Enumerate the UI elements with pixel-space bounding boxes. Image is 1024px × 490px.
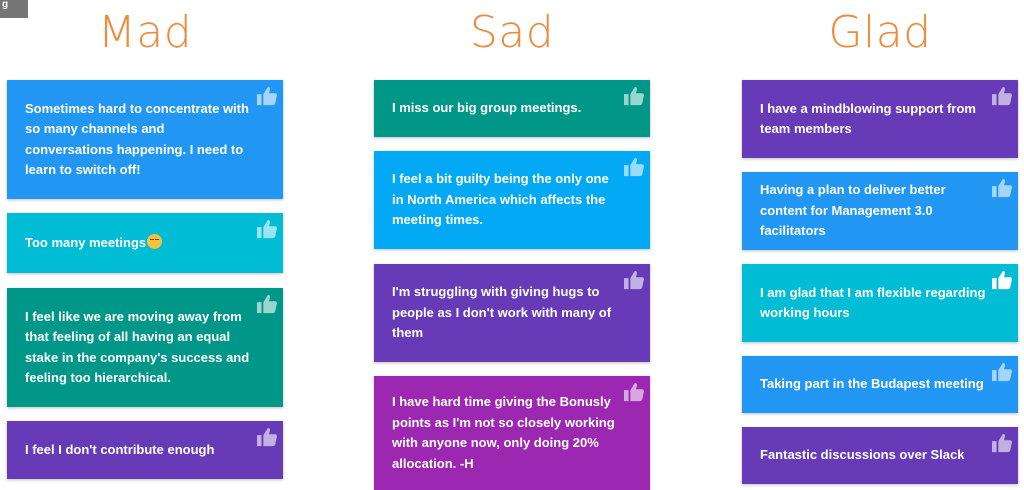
thumbs-up-icon[interactable] — [256, 427, 278, 447]
card-text: Taking part in the Budapest meeting — [760, 376, 984, 392]
retro-card[interactable]: I have a mindblowing support from team m… — [742, 80, 1018, 158]
thumbs-up-icon[interactable] — [623, 270, 645, 290]
card-text: I feel like we are moving away from that… — [25, 308, 250, 386]
thumbs-up-icon[interactable] — [991, 433, 1013, 453]
thumbs-up-icon[interactable] — [623, 157, 645, 177]
retro-card[interactable]: I am glad that I am flexible regarding w… — [742, 264, 1018, 342]
card-text: Too many meetings — [25, 234, 147, 250]
retro-card[interactable]: I'm struggling with giving hugs to peopl… — [374, 264, 650, 362]
retro-card[interactable]: I feel I don't contribute enough — [7, 421, 283, 479]
thumbs-up-icon[interactable] — [991, 86, 1013, 106]
card-text-wrap: Too many meetings — [25, 233, 163, 254]
retro-card[interactable]: I miss our big group meetings. — [374, 80, 650, 137]
thumbs-up-icon[interactable] — [256, 219, 278, 239]
card-text: I feel a bit guilty being the only one i… — [392, 171, 609, 228]
thumbs-up-icon[interactable] — [623, 382, 645, 402]
card-text: I'm struggling with giving hugs to peopl… — [392, 284, 612, 341]
card-text: I have hard time giving the Bonusly poin… — [392, 394, 615, 471]
column-title: Sad — [469, 7, 555, 58]
thumbs-up-icon[interactable] — [991, 270, 1013, 290]
card-text: I have a mindblowing support from team m… — [760, 100, 976, 137]
retro-card[interactable]: Having a plan to deliver better content … — [742, 172, 1018, 250]
card-text: I miss our big group meetings. — [392, 100, 582, 116]
retro-card[interactable]: Sometimes hard to concentrate with so ma… — [7, 80, 283, 199]
retro-card[interactable]: Fantastic discussions over Slack — [742, 427, 1018, 484]
card-text: Fantastic discussions over Slack — [760, 447, 965, 463]
thumbs-up-icon[interactable] — [623, 86, 645, 106]
card-text: I feel I don't contribute enough — [25, 441, 215, 457]
retro-card[interactable]: I have hard time giving the Bonusly poin… — [374, 376, 650, 490]
retro-card[interactable]: I feel like we are moving away from that… — [7, 288, 283, 407]
card-text: I am glad that I am flexible regarding w… — [760, 284, 986, 321]
card-text: Having a plan to deliver better content … — [760, 182, 946, 239]
card-text: Sometimes hard to concentrate with so ma… — [25, 100, 249, 178]
column-title: Glad — [828, 7, 932, 58]
retro-card[interactable]: I feel a bit guilty being the only one i… — [374, 151, 650, 249]
thumbs-up-icon[interactable] — [991, 178, 1013, 198]
thumbs-up-icon[interactable] — [256, 294, 278, 314]
relieved-face-emoji — [147, 233, 163, 249]
retro-card[interactable]: Taking part in the Budapest meeting — [742, 356, 1018, 413]
thumbs-up-icon[interactable] — [256, 86, 278, 106]
retro-card[interactable]: Too many meetings — [7, 213, 283, 273]
column-title: Mad — [97, 7, 193, 58]
thumbs-up-icon[interactable] — [991, 362, 1013, 382]
